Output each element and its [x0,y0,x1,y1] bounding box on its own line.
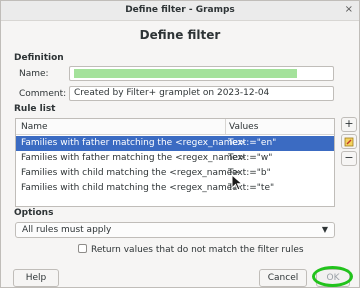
rule-list-table[interactable]: Name Values Families with father matchin… [15,118,335,207]
rule-name-cell: Families with child matching the <regex_… [21,183,240,193]
titlebar: Define filter - Gramps × [1,1,359,21]
rule-list-header: Name Values [16,119,334,135]
close-icon[interactable]: × [345,4,353,15]
define-filter-dialog: Define filter - Gramps × Define filter D… [0,0,360,288]
edit-rule-button[interactable] [341,134,357,149]
rule-name-cell: Families with child matching the <regex_… [21,168,240,178]
remove-rule-button[interactable]: − [341,151,357,166]
ok-button-highlight [312,266,353,287]
help-button[interactable]: Help [13,269,59,287]
rule-logic-dropdown[interactable]: All rules must apply ▼ [15,222,335,238]
table-row[interactable]: Families with child matching the <regex_… [16,181,334,196]
column-header-name[interactable]: Name [21,122,48,132]
dropdown-arrow-icon: ▼ [321,225,328,234]
cancel-button[interactable]: Cancel [259,269,307,287]
invert-checkbox[interactable] [78,244,87,253]
column-separator [225,119,226,135]
options-section-label: Options [14,208,54,218]
rule-name-cell: Families with father matching the <regex… [21,138,246,148]
name-field-highlight [74,69,297,78]
name-label: Name: [19,69,49,79]
comment-field[interactable]: Created by Filter+ gramplet on 2023-12-0… [69,86,334,101]
rule-logic-value: All rules must apply [22,225,112,235]
rule-list-section-label: Rule list [14,104,56,114]
definition-section-label: Definition [14,53,64,63]
table-row[interactable]: Families with father matching the <regex… [16,136,334,151]
dialog-heading: Define filter [139,28,221,42]
rule-values-cell: Text:="en" [228,138,277,148]
comment-label: Comment: [19,89,67,99]
window-title: Define filter - Gramps [125,5,235,15]
pencil-icon [344,137,354,147]
name-field[interactable] [69,66,334,81]
invert-option[interactable]: Return values that do not match the filt… [78,244,304,255]
column-header-values[interactable]: Values [229,122,258,132]
mouse-pointer-icon [231,173,245,195]
rule-values-cell: Text:="w" [228,153,273,163]
add-rule-button[interactable]: + [341,117,357,132]
table-row[interactable]: Families with child matching the <regex_… [16,166,334,181]
rule-name-cell: Families with father matching the <regex… [21,153,246,163]
invert-label: Return values that do not match the filt… [91,245,304,255]
table-row[interactable]: Families with father matching the <regex… [16,151,334,166]
